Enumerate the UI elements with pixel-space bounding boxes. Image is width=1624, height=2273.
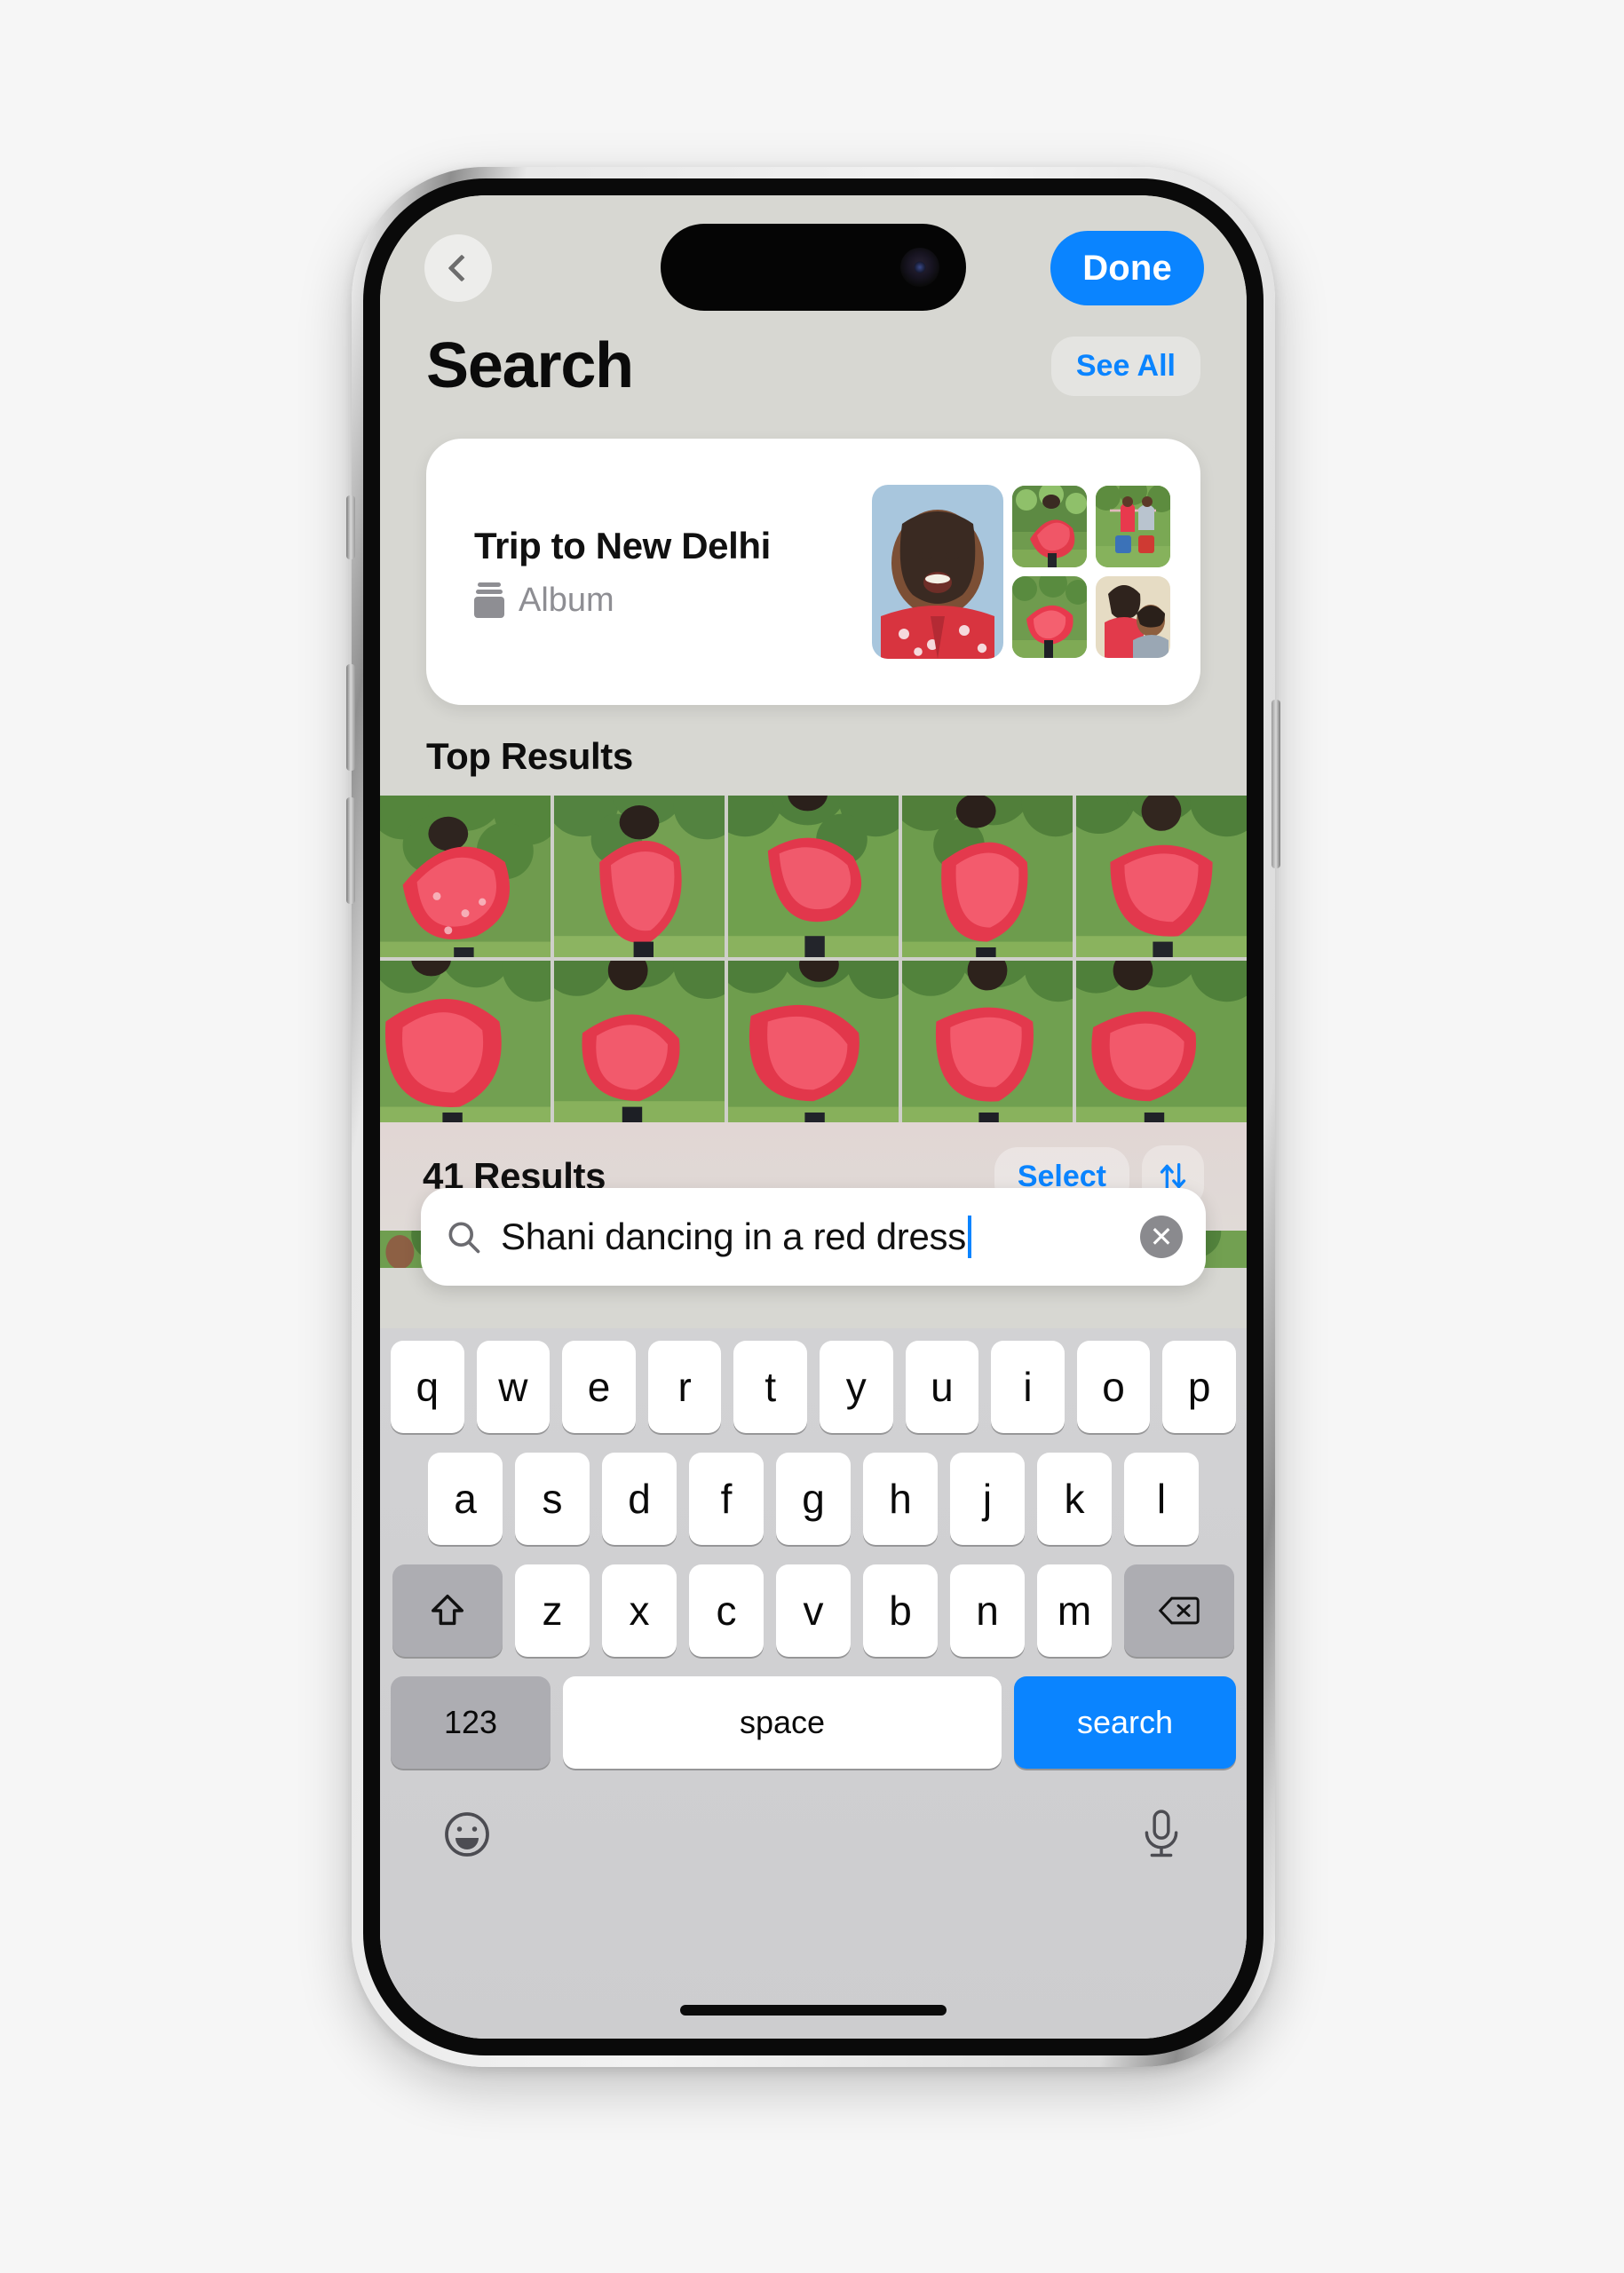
search-query-text: Shani dancing in a red dress [501, 1216, 1122, 1258]
photo-cell[interactable] [554, 961, 725, 1122]
iphone-device-frame: Done Search See All Trip to New Delhi Al… [346, 167, 1280, 2067]
page-header: Search See All [380, 313, 1247, 419]
photo-cell[interactable] [1076, 961, 1247, 1122]
album-thumbnail-column-a [1012, 486, 1087, 658]
key-t[interactable]: t [733, 1341, 807, 1433]
shift-key[interactable] [392, 1564, 503, 1657]
album-thumbnail[interactable] [1012, 486, 1087, 567]
volume-up-button[interactable] [346, 664, 355, 771]
key-x[interactable]: x [602, 1564, 677, 1657]
photos-search-app: Done Search See All Trip to New Delhi Al… [380, 195, 1247, 2039]
photo-cell[interactable] [902, 961, 1073, 1122]
album-title: Trip to New Delhi [474, 524, 771, 566]
microphone-icon [1145, 1809, 1178, 1857]
key-i[interactable]: i [991, 1341, 1065, 1433]
device-bezel: Done Search See All Trip to New Delhi Al… [363, 178, 1264, 2055]
top-results-grid [380, 796, 1247, 1122]
key-k[interactable]: k [1037, 1453, 1112, 1545]
dictation-key[interactable] [1137, 1808, 1186, 1864]
done-button[interactable]: Done [1050, 231, 1204, 305]
key-d[interactable]: d [602, 1453, 677, 1545]
photo-cell[interactable] [728, 796, 899, 957]
numbers-key[interactable]: 123 [391, 1676, 551, 1769]
search-input[interactable]: Shani dancing in a red dress ✕ [421, 1188, 1206, 1286]
photo-cell[interactable] [380, 796, 551, 957]
top-results-heading: Top Results [426, 735, 633, 777]
key-q[interactable]: q [391, 1341, 464, 1433]
dynamic-island [661, 224, 966, 311]
search-query-value: Shani dancing in a red dress [501, 1216, 966, 1257]
back-button[interactable] [424, 234, 492, 302]
search-bar-container: Shani dancing in a red dress ✕ [380, 1188, 1247, 1286]
album-thumbnail-strip [872, 485, 1170, 659]
backspace-icon [1158, 1596, 1200, 1625]
album-subtitle-row: Album [474, 582, 872, 620]
key-v[interactable]: v [776, 1564, 851, 1657]
device-screen: Done Search See All Trip to New Delhi Al… [380, 195, 1247, 2039]
volume-down-button[interactable] [346, 797, 355, 904]
see-all-button[interactable]: See All [1050, 336, 1200, 396]
clear-search-button[interactable]: ✕ [1140, 1216, 1183, 1258]
power-button[interactable] [1271, 700, 1280, 868]
album-thumbnail[interactable] [872, 485, 1003, 659]
screenshot-stage: Done Search See All Trip to New Delhi Al… [0, 0, 1624, 2273]
page-title: Search [426, 330, 634, 401]
key-w[interactable]: w [476, 1341, 551, 1433]
keyboard-row-2: a s d f g h j k l [391, 1453, 1236, 1545]
key-p[interactable]: p [1162, 1341, 1236, 1433]
album-thumbnail[interactable] [1096, 576, 1170, 658]
album-stack-icon [474, 582, 504, 618]
album-thumbnail-column-b [1096, 486, 1170, 658]
onscreen-keyboard: q w e r t y u i o p a s d f g h j k l z … [380, 1328, 1247, 2039]
key-z[interactable]: z [515, 1564, 590, 1657]
key-u[interactable]: u [905, 1341, 979, 1433]
key-s[interactable]: s [515, 1453, 590, 1545]
photo-cell[interactable] [902, 796, 1073, 957]
key-n[interactable]: n [950, 1564, 1025, 1657]
keyboard-row-4: 123 space search [391, 1676, 1236, 1769]
nav-bar: Done [380, 195, 1247, 313]
text-caret [967, 1216, 971, 1258]
album-kind-label: Album [519, 581, 614, 619]
action-button[interactable] [346, 495, 355, 559]
key-m[interactable]: m [1037, 1564, 1112, 1657]
emoji-key[interactable] [440, 1808, 494, 1864]
album-thumbnail[interactable] [1096, 486, 1170, 567]
keyboard-row-1: q w e r t y u i o p [391, 1341, 1236, 1433]
key-l[interactable]: l [1124, 1453, 1199, 1545]
key-b[interactable]: b [863, 1564, 938, 1657]
photo-cell[interactable] [554, 796, 725, 957]
key-c[interactable]: c [689, 1564, 764, 1657]
key-h[interactable]: h [863, 1453, 938, 1545]
key-y[interactable]: y [820, 1341, 893, 1433]
shift-arrow-icon [431, 1594, 464, 1626]
key-e[interactable]: e [562, 1341, 636, 1433]
key-a[interactable]: a [428, 1453, 503, 1545]
front-camera-icon [900, 248, 939, 287]
search-icon [448, 1222, 480, 1254]
key-g[interactable]: g [776, 1453, 851, 1545]
home-indicator[interactable] [680, 2005, 947, 2016]
chevron-left-icon [447, 254, 476, 282]
search-key[interactable]: search [1014, 1676, 1236, 1769]
album-card-text: Trip to New Delhi Album [474, 525, 872, 620]
photo-cell[interactable] [1076, 796, 1247, 957]
album-thumbnail[interactable] [1012, 576, 1087, 658]
photo-cell[interactable] [728, 961, 899, 1122]
backspace-key[interactable] [1124, 1564, 1234, 1657]
album-result-card[interactable]: Trip to New Delhi Album [426, 439, 1200, 705]
photo-cell[interactable] [380, 961, 551, 1122]
space-key[interactable]: space [563, 1676, 1002, 1769]
key-r[interactable]: r [647, 1341, 722, 1433]
emoji-smiley-icon [445, 1811, 489, 1857]
keyboard-row-3: z x c v b n m [391, 1564, 1236, 1657]
key-j[interactable]: j [950, 1453, 1025, 1545]
keyboard-footer [391, 1785, 1236, 1882]
key-f[interactable]: f [689, 1453, 764, 1545]
key-o[interactable]: o [1076, 1341, 1151, 1433]
